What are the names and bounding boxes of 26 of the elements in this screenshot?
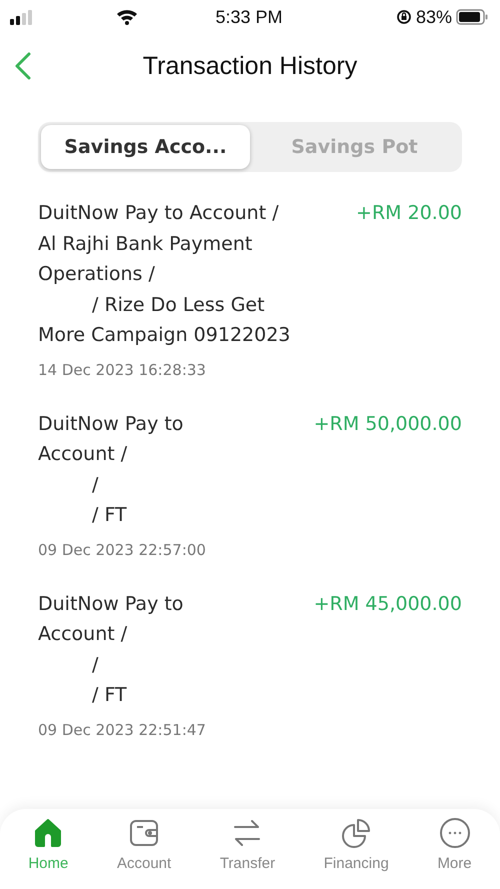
tab-bar-item[interactable]: Transfer [216, 817, 280, 889]
battery-icon [456, 9, 488, 25]
segment-tab[interactable]: Savings Acco... [41, 125, 250, 169]
transaction-amount: +RM 50,000.00 [314, 412, 462, 436]
tab-bar-item[interactable]: Financing [320, 817, 393, 889]
wifi-icon [116, 9, 138, 25]
transaction-date: 14 Dec 2023 16:28:33 [38, 360, 207, 378]
tab-bar-item[interactable]: Home [24, 817, 72, 889]
tab-bar-item[interactable]: More [433, 817, 476, 889]
status-time: 5:33 PM [215, 6, 283, 28]
transaction-description: DuitNow Pay to Account / / / FT [38, 592, 184, 708]
battery-percent: 83% [416, 6, 452, 28]
screen-title: Transaction History [142, 52, 358, 80]
wallet-icon [128, 817, 160, 849]
transaction-date: 09 Dec 2023 22:51:47 [38, 720, 207, 738]
segment-tab[interactable]: Savings Pot [250, 125, 459, 169]
more-icon [438, 817, 471, 849]
pie-chart-icon [340, 817, 372, 849]
back-icon [14, 52, 32, 80]
rotation-lock-icon [396, 9, 412, 25]
transaction-amount: +RM 45,000.00 [314, 592, 462, 616]
transaction-amount: +RM 20.00 [356, 201, 462, 226]
transaction-description: DuitNow Pay to Account / Al Rajhi Bank Payment Operations / / Rize Do Less Get More Campaign 09122023 [38, 201, 290, 348]
tab-bar-item[interactable]: Account [112, 817, 176, 889]
transaction-description: DuitNow Pay to Account / / / FT [38, 412, 184, 528]
transaction-date: 09 Dec 2023 22:57:00 [38, 540, 207, 558]
